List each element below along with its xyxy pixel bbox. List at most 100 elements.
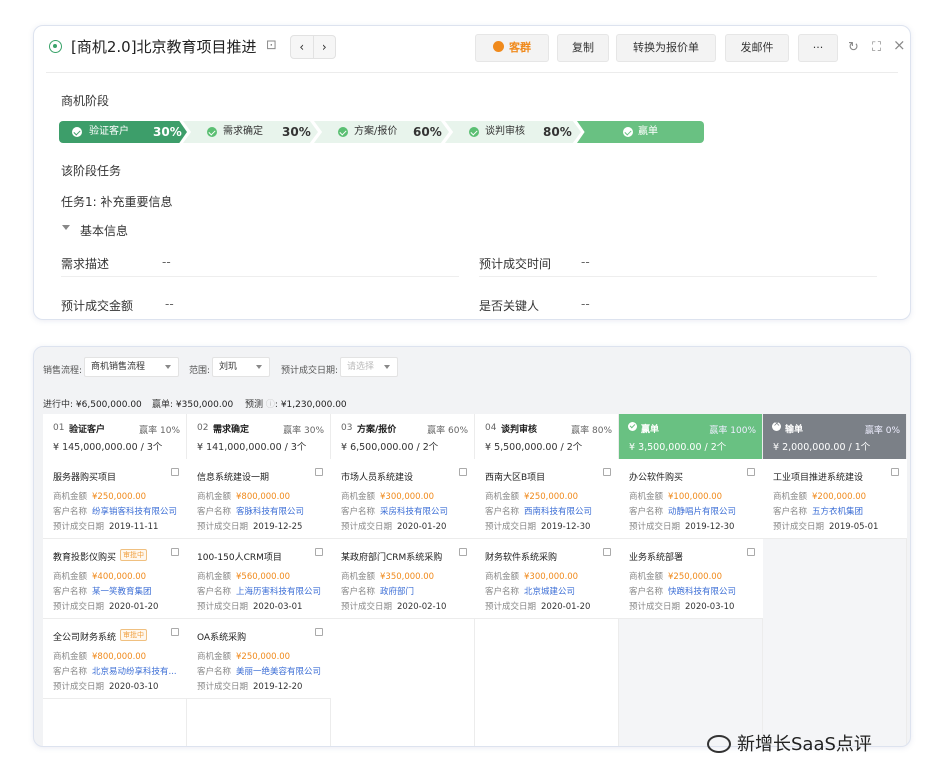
edit-icon[interactable] (315, 628, 323, 636)
card-amount-row: 商机金额 ¥350,000.00 (341, 570, 434, 582)
opportunity-card[interactable]: 信息系统建设一期 商机金额 ¥800,000.00 客户名称 客脉科技有限公司 预计成交日… (187, 459, 331, 539)
card-customer-link[interactable]: 西南科技有限公司 (524, 507, 592, 517)
edit-icon[interactable] (171, 628, 179, 636)
convert-to-quote-button[interactable]: 转换为报价单 (616, 34, 716, 62)
summary-value: ¥1,230,000.00 (280, 400, 347, 410)
flow-filter-select[interactable]: 商机销售流程 (84, 357, 179, 377)
opportunity-card[interactable]: 财务软件系统采购 商机金额 ¥300,000.00 客户名称 北京城建公司 预计成交日期 2… (475, 539, 619, 619)
card-date: 2019-12-30 (685, 522, 735, 532)
send-email-button[interactable]: 发邮件 (725, 34, 789, 62)
kanban-column-header[interactable]: 03 方案/报价 赢率 60% ¥ 6,500,000.00 / 2个 (331, 414, 475, 459)
opportunity-card[interactable]: 市场人员系统建设 商机金额 ¥300,000.00 客户名称 采房科技有限公司 预计成交日… (331, 459, 475, 539)
next-record-button[interactable]: › (314, 36, 336, 58)
info-icon[interactable]: ⓘ (266, 400, 275, 410)
card-title: 西南大区B项目 (485, 473, 546, 483)
card-customer-link[interactable]: 美丽一绝美容有限公司 (236, 667, 321, 677)
card-customer-link[interactable]: 五方衣机集团 (812, 507, 863, 517)
column-number: 01 (53, 423, 65, 433)
opportunity-card[interactable]: 服务器购买项目 商机金额 ¥250,000.00 客户名称 纷享销客科技有限公司 预计成交… (43, 459, 187, 539)
card-field-label: 预计成交日期 (53, 522, 105, 532)
kanban-column-header[interactable]: 赢单 赢率 100% ¥ 3,500,000.00 / 2个 (619, 414, 763, 459)
refresh-icon[interactable]: ↻ (848, 41, 859, 54)
prev-record-button[interactable]: ‹ (291, 36, 314, 58)
field-label: 需求描述 (61, 257, 110, 271)
card-customer-link[interactable]: 北京易动纷享科技有... (92, 667, 177, 677)
card-title: 工业项目推进系统建设 (773, 473, 864, 483)
card-field-label: 商机金额 (53, 652, 88, 662)
card-customer-row: 客户名称 北京城建公司 (485, 585, 575, 597)
edit-icon[interactable] (171, 548, 179, 556)
edit-icon[interactable] (603, 548, 611, 556)
check-circle-icon (628, 422, 637, 431)
field-value[interactable]: -- (165, 297, 174, 311)
card-customer-link[interactable]: 客脉科技有限公司 (236, 507, 304, 517)
collapse-caret-icon[interactable] (62, 225, 70, 230)
card-amount: ¥250,000.00 (92, 492, 147, 502)
card-customer-link[interactable]: 某一笑教育集团 (92, 587, 152, 597)
card-customer-link[interactable]: 政府部门 (380, 587, 414, 597)
edit-icon[interactable] (891, 468, 899, 476)
task-item[interactable]: 任务1: 补充重要信息 (61, 193, 173, 210)
edit-icon[interactable] (603, 468, 611, 476)
lock-icon[interactable]: ⊡ (266, 38, 277, 53)
edit-icon[interactable] (315, 468, 323, 476)
opportunity-card[interactable]: 教育投影仪购买 审批中 商机金额 ¥400,000.00 客户名称 某一笑教育集团 预计成交… (43, 539, 187, 619)
card-customer-row: 客户名称 五方衣机集团 (773, 505, 863, 517)
column-name: 输单 (785, 425, 804, 435)
edit-icon[interactable] (459, 468, 467, 476)
stage-step-2[interactable]: 需求确定 30% (183, 121, 318, 143)
scope-filter-select[interactable]: 刘玑 (212, 357, 270, 377)
kanban-column-header[interactable]: 01 验证客户 赢率 10% ¥ 145,000,000.00 / 3个 (43, 414, 187, 459)
card-customer-link[interactable]: 快跑科技有限公司 (668, 587, 736, 597)
basic-info-label[interactable]: 基本信息 (80, 222, 128, 239)
card-customer-link[interactable]: 纷享销客科技有限公司 (92, 507, 177, 517)
check-circle-icon (623, 127, 633, 137)
field-value[interactable]: -- (581, 255, 590, 269)
card-customer-link[interactable]: 上海历害科技有限公司 (236, 587, 321, 597)
opportunity-card[interactable]: 工业项目推进系统建设 商机金额 ¥200,000.00 客户名称 五方衣机集团 预计成交日… (763, 459, 907, 539)
card-date-row: 预计成交日期 2019-12-20 (197, 680, 302, 692)
flow-filter-label: 销售流程: (43, 366, 83, 376)
card-date-row: 预计成交日期 2019-12-25 (197, 520, 302, 532)
opportunity-card[interactable]: OA系统采购 商机金额 ¥250,000.00 客户名称 美丽一绝美容有限公司 预计成交日… (187, 619, 331, 699)
card-field-label: 客户名称 (197, 507, 232, 517)
column-win-rate: 赢率 60% (427, 426, 468, 436)
card-amount: ¥250,000.00 (524, 492, 579, 502)
stage-step-5[interactable]: 赢单 (577, 121, 704, 143)
customer-group-button[interactable]: 客群 (475, 34, 549, 62)
summary-forecast: 预测 ⓘ: ¥1,230,000.00 (245, 400, 347, 410)
edit-icon[interactable] (171, 468, 179, 476)
stage-step-1[interactable]: 验证客户 30% (59, 121, 187, 143)
card-customer-row: 客户名称 采房科技有限公司 (341, 505, 448, 517)
edit-icon[interactable] (747, 548, 755, 556)
edit-icon[interactable] (315, 548, 323, 556)
card-date-row: 预计成交日期 2020-03-10 (53, 680, 158, 692)
stage-step-4[interactable]: 谈判审核 80% (445, 121, 581, 143)
close-icon[interactable]: × (893, 38, 906, 53)
opportunity-card[interactable]: 西南大区B项目 商机金额 ¥250,000.00 客户名称 西南科技有限公司 预计成交日期… (475, 459, 619, 539)
more-button[interactable]: ··· (798, 34, 838, 62)
date-filter-select[interactable]: 请选择 (340, 357, 398, 377)
kanban-column-header[interactable]: 输单 赢率 0% ¥ 2,000,000.00 / 1个 (763, 414, 907, 459)
field-value[interactable]: -- (162, 255, 171, 269)
opportunity-card[interactable]: 全公司财务系统 审批中 商机金额 ¥800,000.00 客户名称 北京易动纷享科技有..… (43, 619, 187, 699)
copy-button[interactable]: 复制 (557, 34, 609, 62)
check-circle-icon (72, 127, 82, 137)
edit-icon[interactable] (459, 548, 467, 556)
stage-step-3[interactable]: 方案/报价 60% (314, 121, 449, 143)
field-value[interactable]: -- (581, 297, 590, 311)
card-customer-link[interactable]: 北京城建公司 (524, 587, 575, 597)
card-date: 2020-01-20 (541, 602, 591, 612)
kanban-column-header[interactable]: 04 谈判审核 赢率 80% ¥ 5,500,000.00 / 2个 (475, 414, 619, 459)
kanban-column-header[interactable]: 02 需求确定 赢率 30% ¥ 141,000,000.00 / 3个 (187, 414, 331, 459)
card-field-label: 客户名称 (629, 507, 664, 517)
opportunity-card[interactable]: 办公软件购买 商机金额 ¥100,000.00 客户名称 动静唱片有限公司 预计成交日期 2… (619, 459, 763, 539)
expand-icon[interactable]: ⛶ (872, 41, 881, 54)
record-navigator: ‹ › (290, 35, 336, 59)
opportunity-card[interactable]: 业务系统部署 商机金额 ¥250,000.00 客户名称 快跑科技有限公司 预计成交日期 2… (619, 539, 763, 619)
opportunity-card[interactable]: 某政府部门CRM系统采购 商机金额 ¥350,000.00 客户名称 政府部门 预计成交日… (331, 539, 475, 619)
card-customer-link[interactable]: 采房科技有限公司 (380, 507, 448, 517)
opportunity-card[interactable]: 100-150人CRM项目 商机金额 ¥560,000.00 客户名称 上海历害科技有限… (187, 539, 331, 619)
card-customer-link[interactable]: 动静唱片有限公司 (668, 507, 736, 517)
edit-icon[interactable] (747, 468, 755, 476)
